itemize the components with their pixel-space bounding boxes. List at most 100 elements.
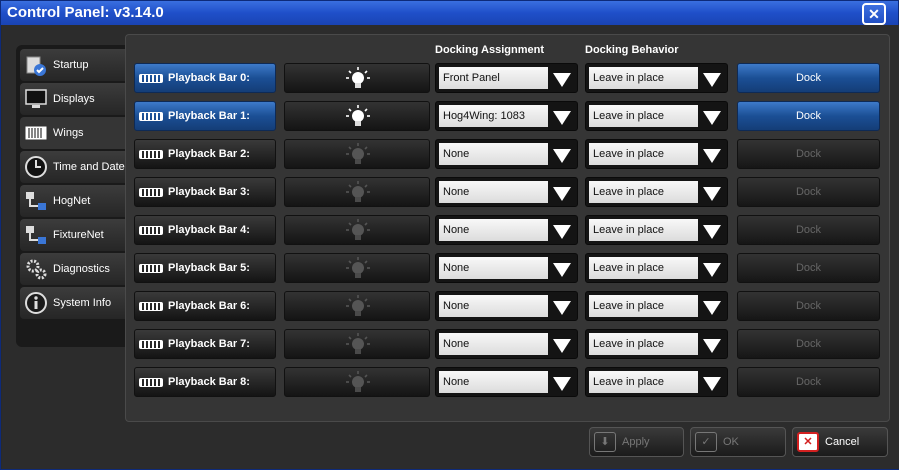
playback-bar-button[interactable]: Playback Bar 0: <box>134 63 276 93</box>
docking-behavior-value: Leave in place <box>589 181 698 203</box>
identify-button[interactable] <box>284 215 430 245</box>
tab-hognet[interactable]: HogNet <box>20 185 126 217</box>
tab-startup[interactable]: Startup <box>20 49 126 81</box>
clock-icon <box>25 156 47 178</box>
cancel-button[interactable]: ✕ Cancel <box>792 427 888 457</box>
identify-button[interactable] <box>284 367 430 397</box>
docking-assignment-value: None <box>439 295 548 317</box>
docking-behavior-select[interactable]: Leave in place <box>585 329 728 359</box>
chevron-down-icon <box>703 263 721 277</box>
docking-behavior-select[interactable]: Leave in place <box>585 139 728 169</box>
playback-bar-row: Playback Bar 8: None Leave in place Dock <box>126 367 889 397</box>
dock-button[interactable]: Dock <box>737 329 880 359</box>
tab-displays[interactable]: Displays <box>20 83 126 115</box>
docking-behavior-select[interactable]: Leave in place <box>585 291 728 321</box>
docking-assignment-select[interactable]: None <box>435 291 578 321</box>
chevron-down-icon <box>703 73 721 87</box>
network-icon <box>26 226 46 244</box>
tab-label: Diagnostics <box>53 263 110 275</box>
playback-bar-button[interactable]: Playback Bar 3: <box>134 177 276 207</box>
docking-behavior-value: Leave in place <box>589 333 698 355</box>
playback-bar-button[interactable]: Playback Bar 4: <box>134 215 276 245</box>
docking-assignment-value: Hog4Wing: 1083 <box>439 105 548 127</box>
playback-bar-icon <box>139 112 163 121</box>
playback-bar-button[interactable]: Playback Bar 1: <box>134 101 276 131</box>
docking-assignment-select[interactable]: None <box>435 253 578 283</box>
playback-bar-icon <box>139 74 163 83</box>
docking-assignment-select[interactable]: None <box>435 215 578 245</box>
playback-bar-button[interactable]: Playback Bar 7: <box>134 329 276 359</box>
identify-button[interactable] <box>284 177 430 207</box>
docking-assignment-value: None <box>439 257 548 279</box>
identify-button[interactable] <box>284 329 430 359</box>
identify-button[interactable] <box>284 253 430 283</box>
tab-fixturenet[interactable]: FixtureNet <box>20 219 126 251</box>
docking-assignment-select[interactable]: Front Panel <box>435 63 578 93</box>
dock-button[interactable]: Dock <box>737 139 880 169</box>
tab-label: Displays <box>53 93 95 105</box>
tab-time-and-date[interactable]: Time and Date <box>20 151 126 183</box>
identify-button[interactable] <box>284 139 430 169</box>
docking-behavior-select[interactable]: Leave in place <box>585 101 728 131</box>
dock-button[interactable]: Dock <box>737 253 880 283</box>
playback-bar-button[interactable]: Playback Bar 5: <box>134 253 276 283</box>
playback-bar-icon <box>139 188 163 197</box>
tab-diagnostics[interactable]: Diagnostics <box>20 253 126 285</box>
dock-button[interactable]: Dock <box>737 101 880 131</box>
chevron-down-icon <box>553 73 571 87</box>
dock-button[interactable]: Dock <box>737 367 880 397</box>
gears-icon <box>26 259 47 280</box>
identify-button[interactable] <box>284 101 430 131</box>
close-button[interactable]: ✕ <box>862 3 886 25</box>
chevron-down-icon <box>553 225 571 239</box>
playback-bar-label: Playback Bar 2: <box>168 148 250 160</box>
docking-behavior-select[interactable]: Leave in place <box>585 177 728 207</box>
playback-bar-row: Playback Bar 5: None Leave in place Dock <box>126 253 889 283</box>
title-bar[interactable]: Control Panel: v3.14.0 ✕ <box>1 1 898 25</box>
docking-assignment-select[interactable]: Hog4Wing: 1083 <box>435 101 578 131</box>
network-icon <box>26 192 46 210</box>
identify-button[interactable] <box>284 63 430 93</box>
apply-button[interactable]: ⬇ Apply <box>589 427 684 457</box>
docking-behavior-select[interactable]: Leave in place <box>585 253 728 283</box>
control-panel-window: Control Panel: v3.14.0 ✕ Startup Display… <box>0 0 899 470</box>
docking-assignment-value: None <box>439 333 548 355</box>
docking-assignment-select[interactable]: None <box>435 329 578 359</box>
chevron-down-icon <box>703 377 721 391</box>
playback-bar-button[interactable]: Playback Bar 6: <box>134 291 276 321</box>
info-icon <box>25 292 47 314</box>
playback-bar-icon <box>139 226 163 235</box>
identify-button[interactable] <box>284 291 430 321</box>
docking-behavior-select[interactable]: Leave in place <box>585 367 728 397</box>
playback-bar-button[interactable]: Playback Bar 2: <box>134 139 276 169</box>
dock-button[interactable]: Dock <box>737 215 880 245</box>
docking-behavior-select[interactable]: Leave in place <box>585 63 728 93</box>
dock-button[interactable]: Dock <box>737 177 880 207</box>
dock-button[interactable]: Dock <box>737 291 880 321</box>
playback-bar-label: Playback Bar 8: <box>168 376 250 388</box>
docking-behavior-value: Leave in place <box>589 219 698 241</box>
tab-label: HogNet <box>53 195 91 207</box>
tab-system-info[interactable]: System Info <box>20 287 126 319</box>
playback-bar-label: Playback Bar 1: <box>168 110 250 122</box>
docking-behavior-value: Leave in place <box>589 67 698 89</box>
playback-bar-row: Playback Bar 3: None Leave in place Dock <box>126 177 889 207</box>
playback-bar-icon <box>139 378 163 387</box>
docking-assignment-select[interactable]: None <box>435 367 578 397</box>
dock-button[interactable]: Dock <box>737 63 880 93</box>
playback-bar-row: Playback Bar 1: Hog4Wing: 1083 Leave in pl… <box>126 101 889 131</box>
docking-behavior-value: Leave in place <box>589 295 698 317</box>
chevron-down-icon <box>553 149 571 163</box>
startup-icon <box>26 56 46 76</box>
docking-behavior-select[interactable]: Leave in place <box>585 215 728 245</box>
ok-button[interactable]: ✓ OK <box>690 427 786 457</box>
chevron-down-icon <box>553 301 571 315</box>
tab-wings[interactable]: Wings <box>20 117 130 149</box>
docking-assignment-value: None <box>439 371 548 393</box>
docking-assignment-value: None <box>439 219 548 241</box>
playback-bar-button[interactable]: Playback Bar 8: <box>134 367 276 397</box>
docking-assignment-select[interactable]: None <box>435 139 578 169</box>
wings-panel: Docking Assignment Docking Behavior Play… <box>125 34 890 422</box>
docking-assignment-select[interactable]: None <box>435 177 578 207</box>
docking-assignment-value: Front Panel <box>439 67 548 89</box>
